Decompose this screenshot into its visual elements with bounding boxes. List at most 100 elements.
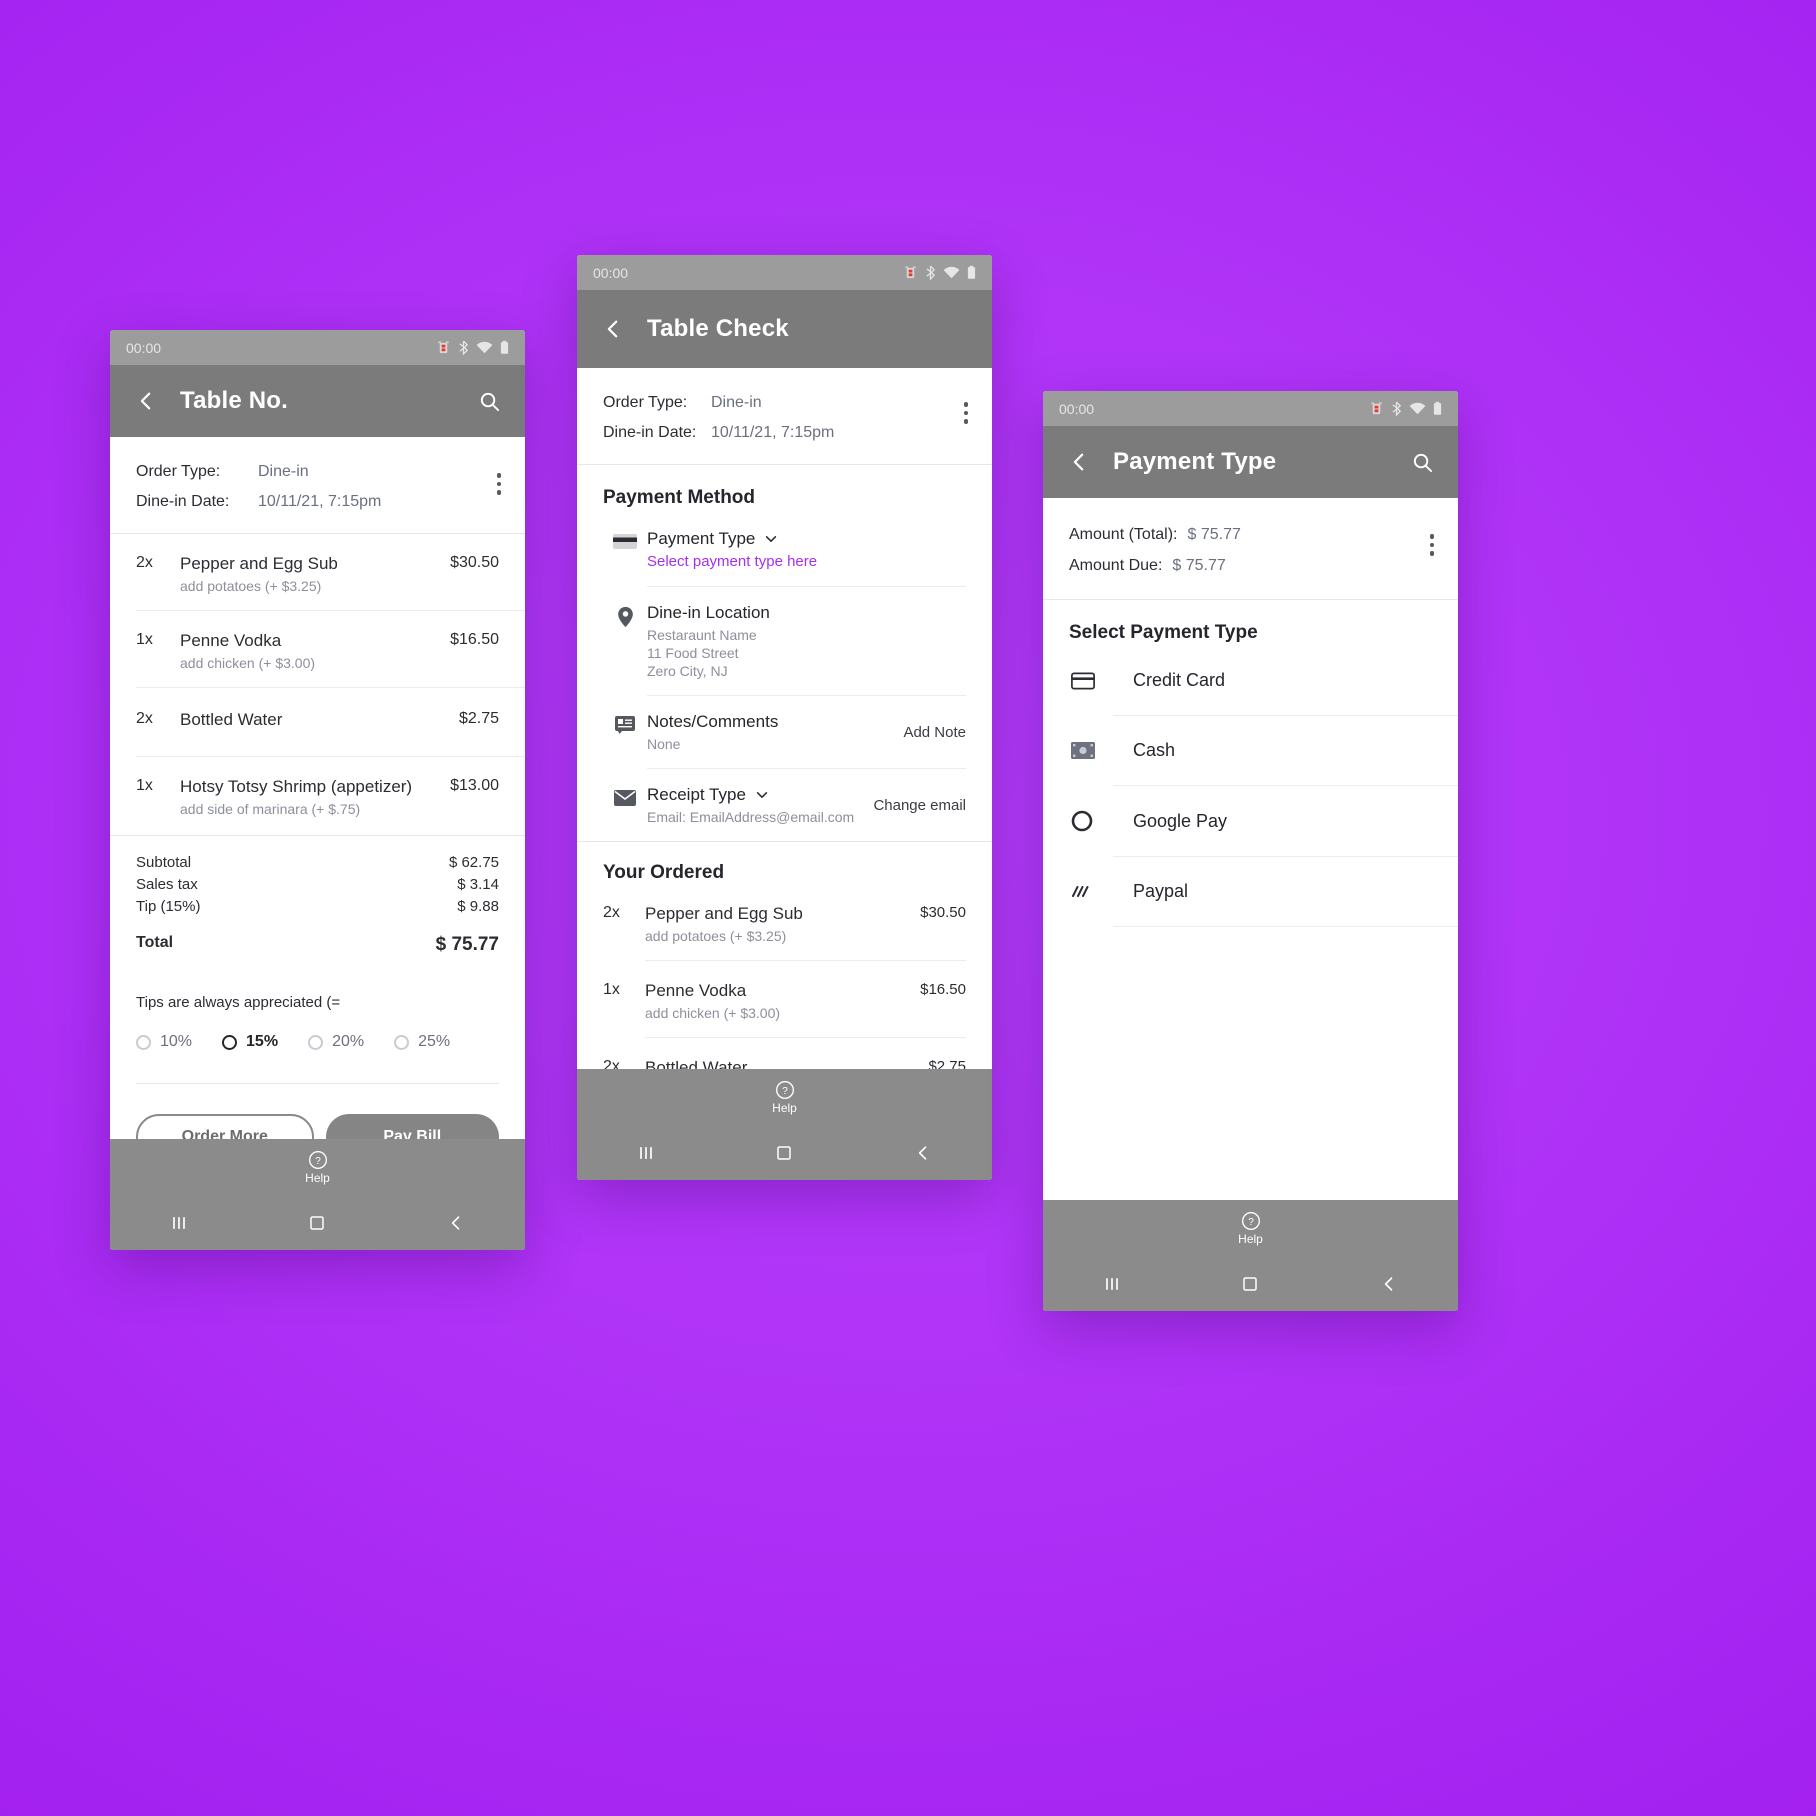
home-icon[interactable] (287, 1203, 347, 1243)
payment-option-google-pay[interactable]: Google Pay (1043, 786, 1458, 832)
location-title: Dine-in Location (647, 603, 770, 622)
meta-row-amount-total: Amount (Total): $ 75.77 (1069, 526, 1432, 544)
battery-icon (1433, 401, 1442, 415)
help-bar-3[interactable]: ? Help (1043, 1200, 1458, 1256)
section-title: Select Payment Type (1069, 622, 1258, 643)
item-name: Penne Vodka (645, 981, 747, 1000)
content-scroll-2[interactable]: Order Type: Dine-in Dine-in Date: 10/11/… (577, 368, 992, 1069)
meta-label: Order Type: (603, 394, 688, 411)
payment-type-row[interactable]: Payment Type Select payment type here (577, 513, 992, 570)
order-item[interactable]: 1x Hotsy Totsy Shrimp (appetizer) add si… (110, 757, 525, 817)
total-value: $ 3.14 (457, 876, 499, 893)
overflow-menu-button[interactable] (496, 473, 501, 495)
recents-icon[interactable] (149, 1203, 209, 1243)
order-item[interactable]: 2x Pepper and Egg Sub add potatoes (+ $3… (577, 884, 992, 944)
total-label: Sales tax (136, 876, 198, 893)
chevron-down-icon[interactable] (764, 532, 778, 546)
total-value: $ 62.75 (448, 854, 499, 871)
tip-option-label: 25% (418, 1033, 451, 1050)
location-line-2: 11 Food Street (647, 645, 739, 661)
credit-card-icon (603, 529, 647, 551)
receipt-main: Receipt Type Email: EmailAddress@email.c… (647, 785, 966, 825)
back-icon[interactable] (1359, 1264, 1419, 1304)
back-button[interactable] (130, 385, 162, 417)
back-icon[interactable] (426, 1203, 486, 1243)
tip-option-15[interactable]: 15% (222, 1033, 278, 1051)
notes-row[interactable]: Notes/Comments None Add Note (577, 696, 992, 752)
pay-bill-button[interactable]: Pay Bill (325, 1114, 499, 1139)
help-bar-2[interactable]: ? Help (577, 1069, 992, 1125)
android-nav-bar-2 (577, 1125, 992, 1180)
location-main: Dine-in Location Restaraunt Name 11 Food… (647, 603, 966, 679)
change-email-button[interactable]: Change email (873, 785, 966, 814)
meta-row-order-type: Order Type: Dine-in (136, 463, 499, 481)
payment-option-credit-card[interactable]: Credit Card (1043, 644, 1458, 691)
receipt-type-label: Receipt Type (647, 785, 746, 804)
content-sheet-1: Order Type: Dine-in Dine-in Date: 10/11/… (110, 437, 525, 1139)
appbar-1: Table No. (110, 365, 525, 437)
order-item[interactable]: 2x Bottled Water $2.75 (110, 688, 525, 756)
order-item[interactable]: 1x Penne Vodka add chicken (+ $3.00) $16… (577, 961, 992, 1021)
tip-option-20[interactable]: 20% (308, 1033, 364, 1051)
action-buttons-1: Order More Pay Bill (110, 1084, 525, 1139)
back-button[interactable] (1063, 446, 1095, 478)
payment-option-paypal[interactable]: Paypal (1043, 857, 1458, 902)
meta-value: Dine-in (258, 463, 309, 480)
search-button[interactable] (1406, 446, 1438, 478)
order-meta-2: Order Type: Dine-in Dine-in Date: 10/11/… (577, 368, 992, 464)
help-label: Help (305, 1170, 330, 1185)
item-qty: 2x (603, 1058, 620, 1069)
recents-icon[interactable] (616, 1133, 676, 1173)
item-name: Bottled Water (180, 710, 283, 729)
status-icons (903, 265, 976, 280)
item-sub: add potatoes (+ $3.25) (645, 928, 787, 944)
back-icon[interactable] (893, 1133, 953, 1173)
content-scroll-1[interactable]: Order Type: Dine-in Dine-in Date: 10/11/… (110, 437, 525, 1139)
help-bar-1[interactable]: ? Help (110, 1139, 525, 1195)
section-title: Your Ordered (603, 862, 725, 883)
item-qty: 2x (136, 710, 153, 727)
tip-option-label: 20% (332, 1033, 365, 1050)
overflow-menu-button[interactable] (1429, 534, 1434, 556)
phone-payment-type: 00:00 Payment Type Amount (Total): $ 75.… (1043, 391, 1458, 1311)
content-scroll-3[interactable]: Amount (Total): $ 75.77 Amount Due: $ 75… (1043, 498, 1458, 1200)
payment-option-label: Credit Card (1133, 670, 1226, 690)
android-nav-bar-3 (1043, 1256, 1458, 1311)
home-icon[interactable] (754, 1133, 814, 1173)
select-payment-type-link[interactable]: Select payment type here (647, 553, 966, 570)
chevron-left-icon (140, 392, 151, 410)
search-button[interactable] (473, 385, 505, 417)
dinein-location-row[interactable]: Dine-in Location Restaraunt Name 11 Food… (577, 587, 992, 679)
meta-value: $ 75.77 (1187, 526, 1241, 543)
meta-value: Dine-in (711, 394, 762, 411)
receipt-type-title: Receipt Type (647, 785, 854, 805)
receipt-type-row[interactable]: Receipt Type Email: EmailAddress@email.c… (577, 769, 992, 825)
add-note-button[interactable]: Add Note (903, 712, 966, 741)
payment-option-label: Paypal (1133, 881, 1189, 901)
alarm-icon (438, 341, 449, 354)
item-qty: 2x (136, 554, 153, 571)
payment-option-cash[interactable]: Cash (1043, 716, 1458, 761)
status-clock: 00:00 (126, 339, 162, 356)
meta-label: Amount (Total): (1069, 526, 1178, 543)
order-item[interactable]: 1x Penne Vodka add chicken (+ $3.00) $16… (110, 611, 525, 671)
svg-text:?: ? (1248, 1216, 1254, 1227)
order-item[interactable]: 2x Bottled Water $2.75 (577, 1038, 992, 1069)
content-sheet-2: Order Type: Dine-in Dine-in Date: 10/11/… (577, 368, 992, 1069)
tip-option-10[interactable]: 10% (136, 1033, 192, 1051)
overflow-menu-button[interactable] (963, 402, 968, 424)
item-sub: add side of marinara (+ $.75) (180, 801, 361, 817)
home-icon[interactable] (1220, 1264, 1280, 1304)
grand-total-value: $ 75.77 (435, 934, 499, 955)
page-title: Table No. (180, 387, 289, 414)
back-button[interactable] (597, 313, 629, 345)
tip-options[interactable]: 10% 15% 20% 25% (136, 1033, 499, 1051)
search-icon (480, 392, 499, 411)
meta-row-dinein-date: Dine-in Date: 10/11/21, 7:15pm (136, 493, 499, 511)
recents-icon[interactable] (1082, 1264, 1142, 1304)
meta-row-amount-due: Amount Due: $ 75.77 (1069, 557, 1432, 575)
chevron-down-icon[interactable] (755, 788, 769, 802)
order-more-button[interactable]: Order More (136, 1114, 314, 1139)
order-item[interactable]: 2x Pepper and Egg Sub add potatoes (+ $3… (110, 534, 525, 594)
tip-option-25[interactable]: 25% (394, 1033, 450, 1051)
